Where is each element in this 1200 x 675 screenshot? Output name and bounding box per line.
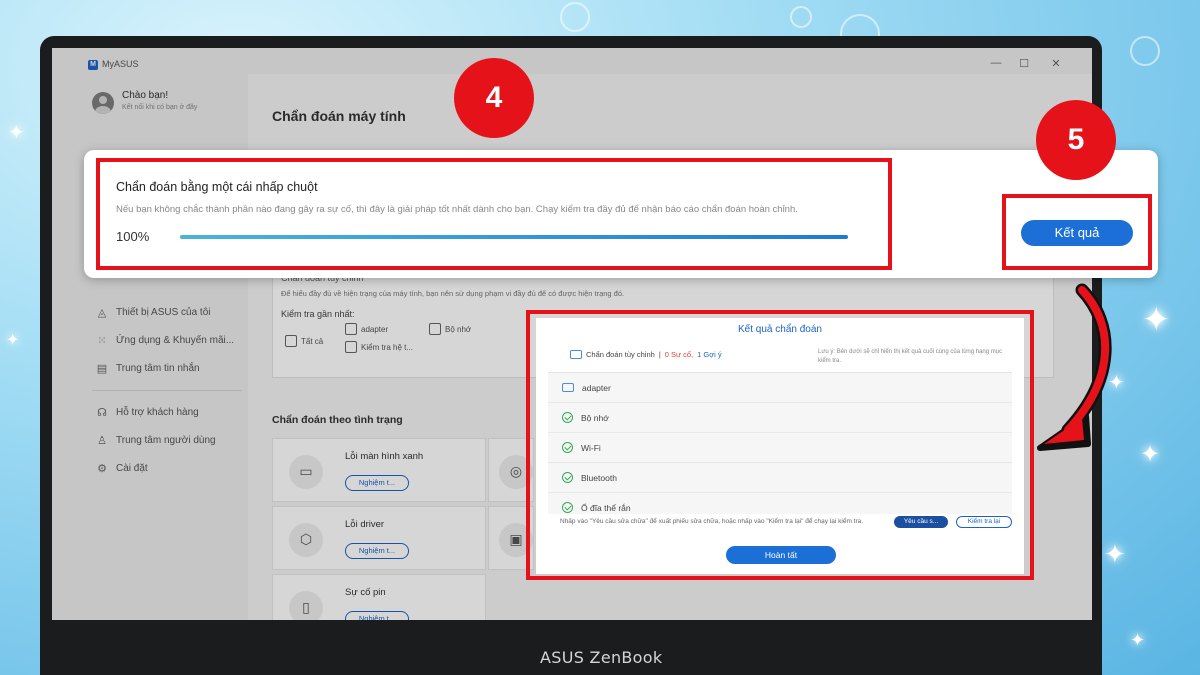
sparkle-icon: ✦ — [6, 330, 20, 349]
highlight-results-dialog — [526, 310, 1034, 580]
sparkle-icon: ✦ — [1104, 540, 1126, 570]
sparkle-icon: ✦ — [1142, 300, 1171, 340]
curved-arrow-icon — [1037, 283, 1112, 451]
sparkle-icon: ✦ — [1130, 630, 1146, 651]
highlight-result-button — [1002, 194, 1152, 270]
laptop-brand-label: ASUS ZenBook — [540, 648, 663, 667]
step-5-badge: 5 — [1036, 100, 1116, 180]
step-4-badge: 4 — [454, 58, 534, 138]
sparkle-icon: ✦ — [8, 120, 25, 144]
background-bubble — [790, 6, 812, 28]
sparkle-icon: ✦ — [1140, 440, 1161, 468]
background-bubble — [560, 2, 590, 32]
background-bubble — [1130, 36, 1160, 66]
highlight-one-click-section — [96, 158, 892, 270]
